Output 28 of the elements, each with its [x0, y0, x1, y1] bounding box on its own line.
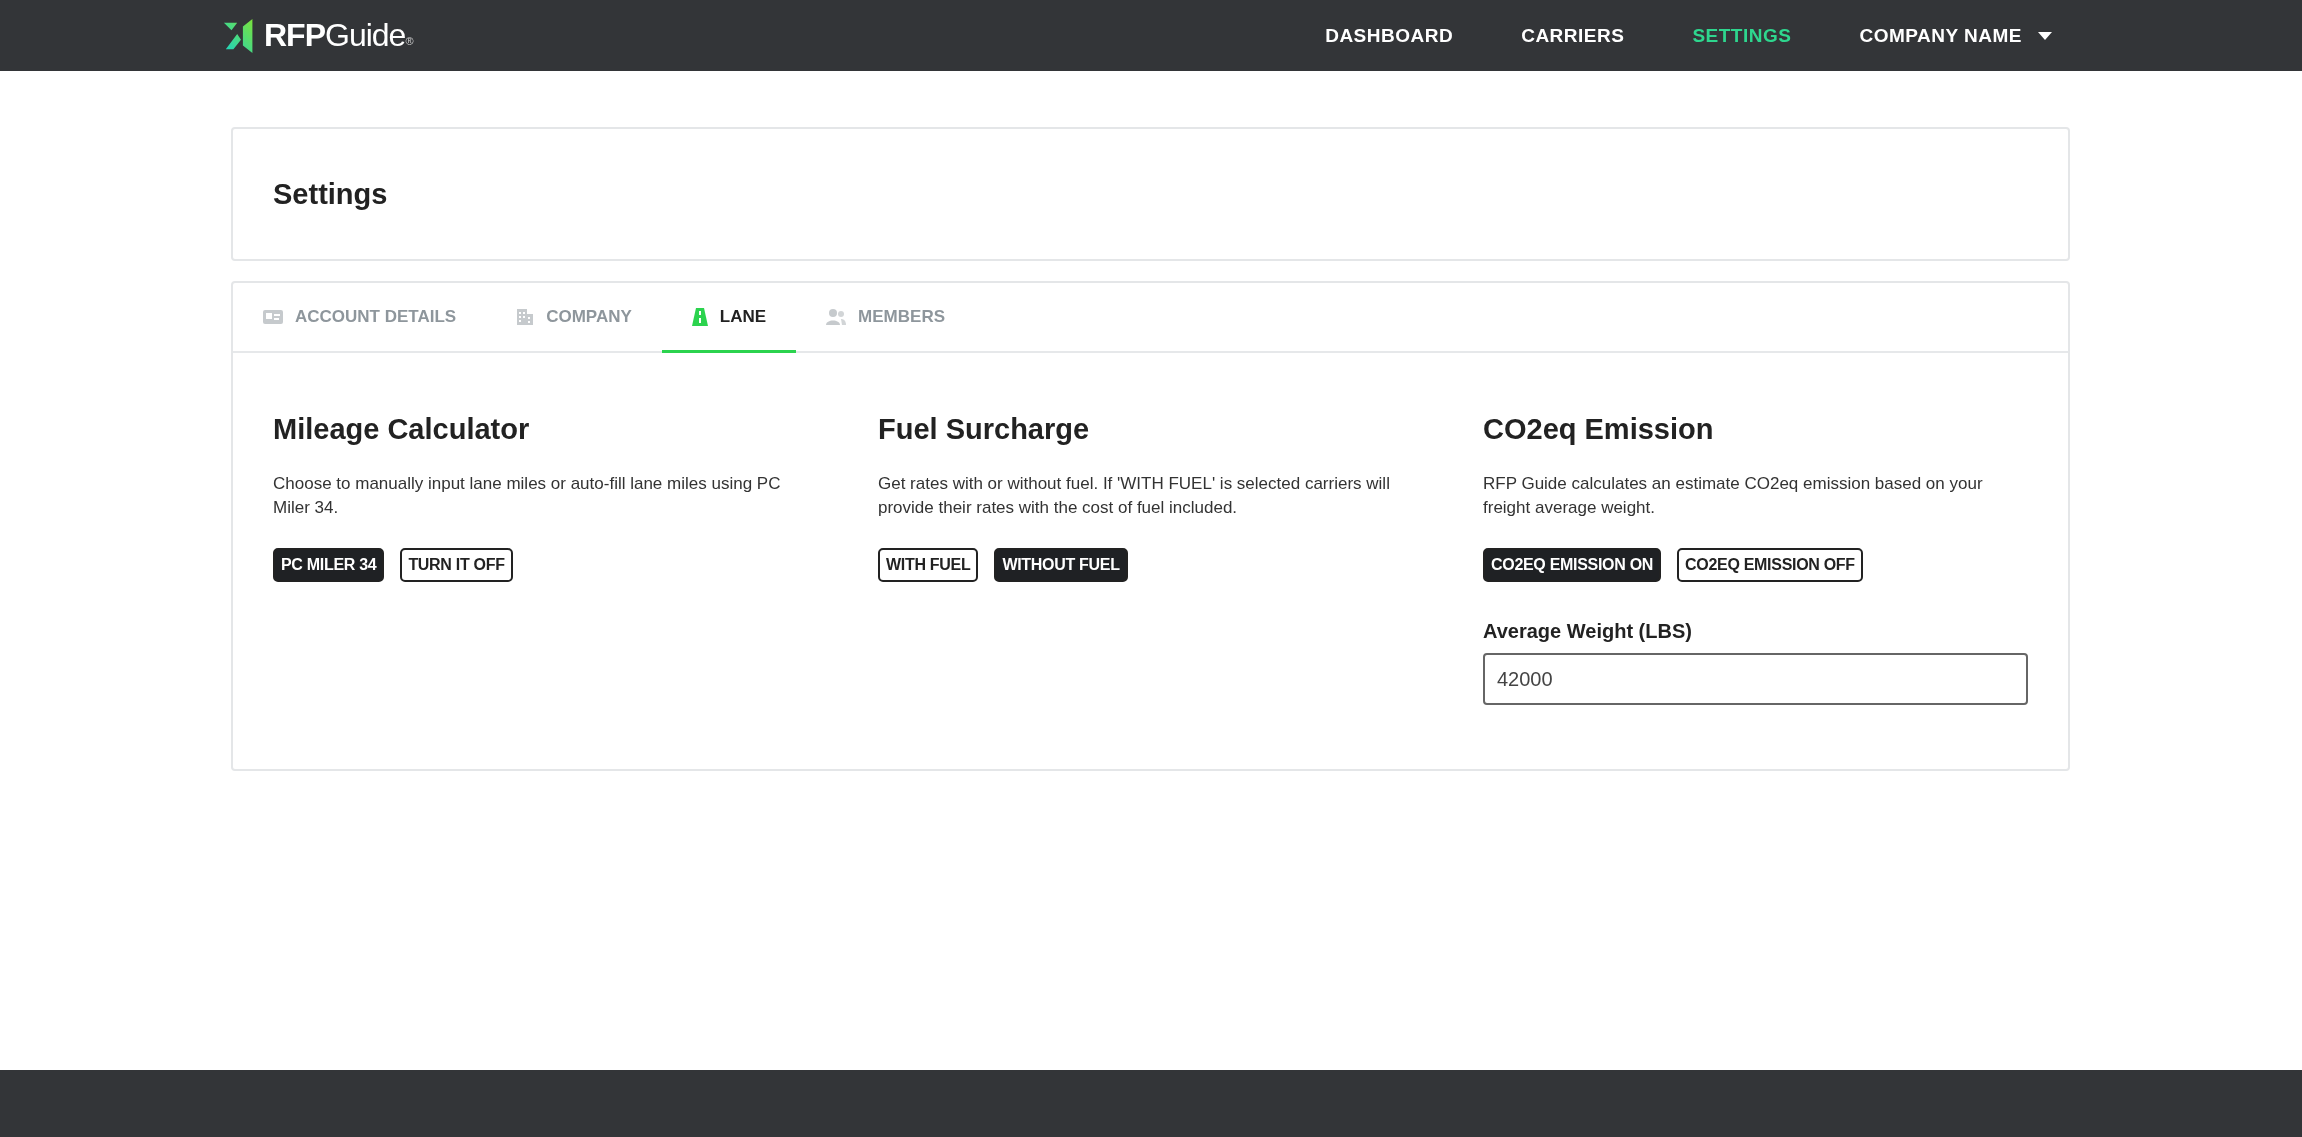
option-button[interactable]: PC MILER 34	[273, 548, 385, 582]
section-title: CO2eq Emission	[1483, 413, 1715, 446]
users-icon	[826, 308, 847, 325]
weight-input[interactable]: 42000	[1483, 653, 2028, 705]
caret-icon	[2038, 31, 2052, 40]
logo-text: RFP	[264, 17, 325, 54]
section-title: Mileage Calculator	[273, 413, 531, 446]
nav-link[interactable]: DASHBOARD	[1325, 24, 1454, 47]
logo-text: Guide	[325, 17, 406, 54]
nav-link[interactable]: CARRIERS	[1521, 24, 1625, 47]
nav-link[interactable]: SETTINGS	[1692, 24, 1792, 47]
section-description: Get rates with or without fuel. If 'WITH FUEL' is selected carriers will provide their rates with the cost of fuel included.	[878, 473, 1391, 519]
account-menu[interactable]: COMPANY NAME	[1859, 24, 2052, 47]
tab[interactable]: LANE	[661, 283, 797, 353]
option-button[interactable]: CO2EQ EMISSION ON	[1483, 548, 1662, 582]
section-description: Choose to manually input lane miles or auto-fill lane miles using PC Miler 34.	[273, 473, 782, 519]
option-button[interactable]: TURN IT OFF	[400, 548, 513, 582]
road-icon	[691, 307, 708, 326]
id-card-icon	[263, 308, 283, 325]
section-description: RFP Guide calculates an estimate CO2eq emission based on your freight average weight.	[1483, 473, 1984, 519]
field-label: Average Weight (LBS)	[1483, 620, 1693, 643]
building-icon	[516, 307, 535, 326]
option-button[interactable]: CO2EQ EMISSION OFF	[1677, 548, 1863, 582]
option-button[interactable]: WITH FUEL	[878, 548, 979, 582]
option-button[interactable]: WITHOUT FUEL	[994, 548, 1128, 582]
registered-mark: ®	[405, 34, 414, 47]
section-title: Fuel Surcharge	[878, 413, 1091, 446]
page-title: Settings	[273, 177, 388, 211]
